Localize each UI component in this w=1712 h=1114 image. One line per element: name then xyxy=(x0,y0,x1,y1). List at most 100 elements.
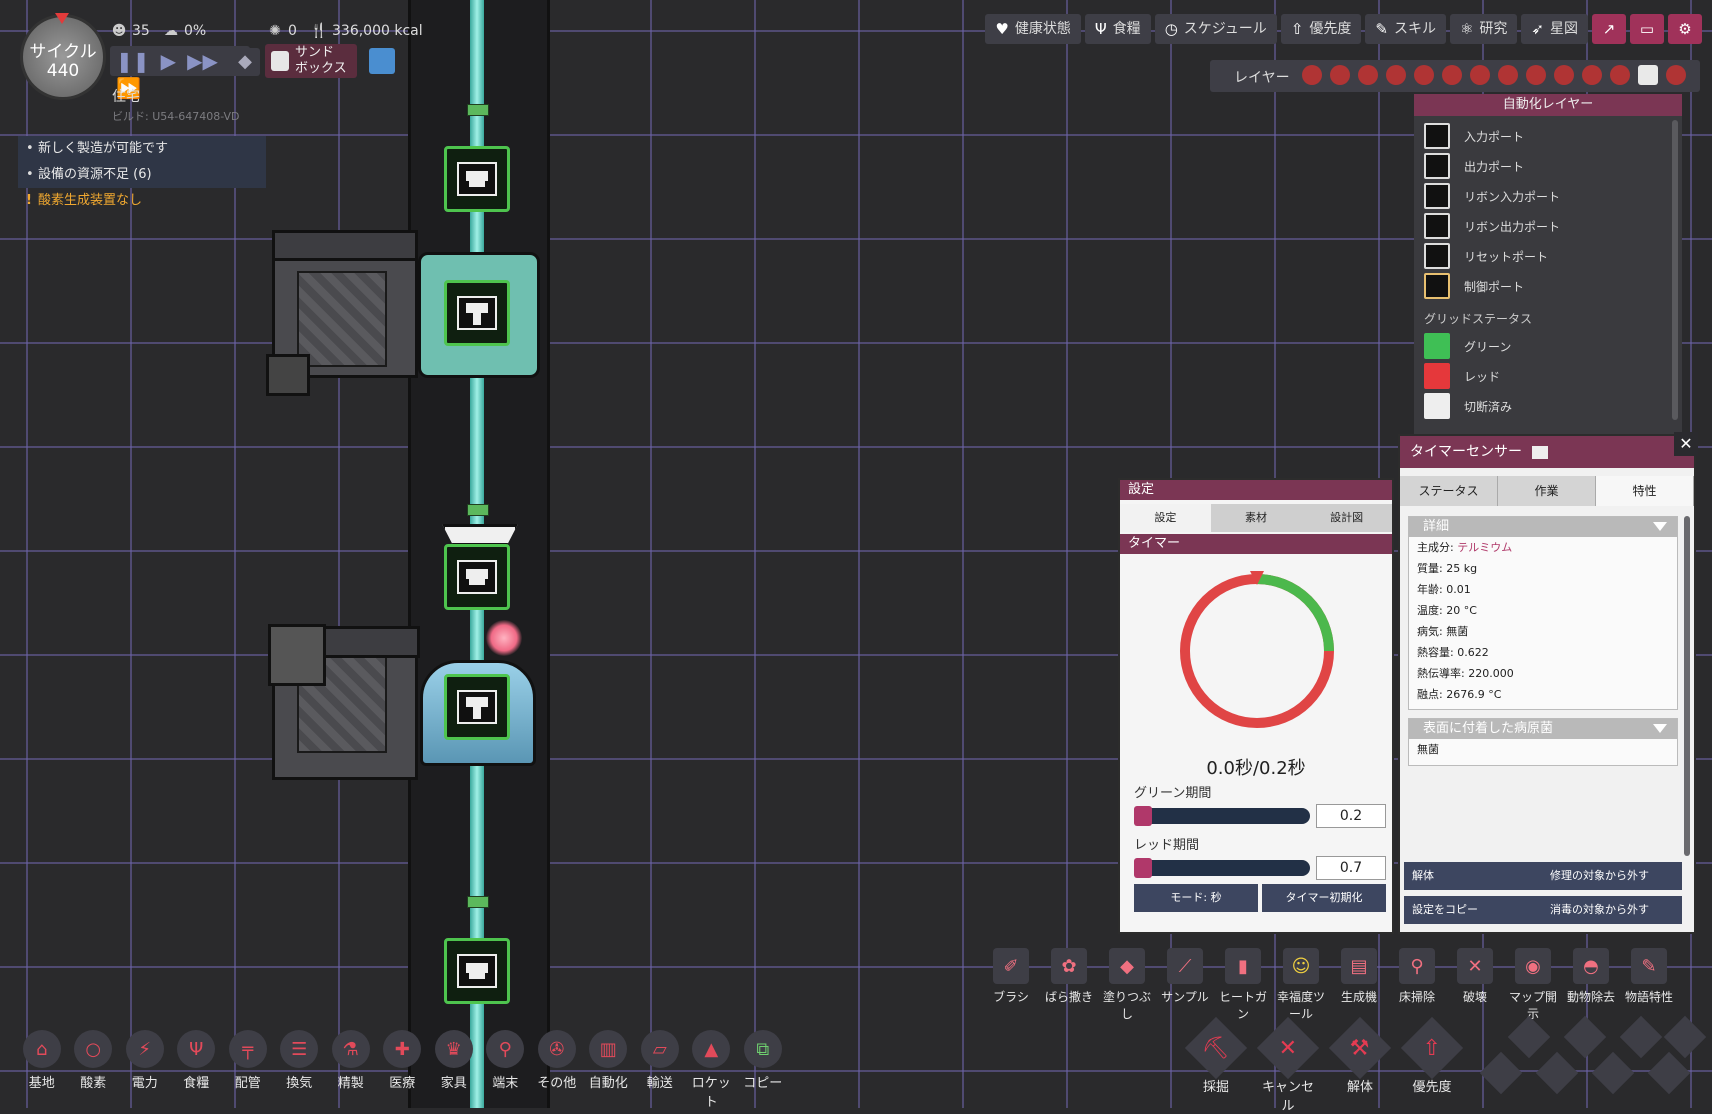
sweep-tool-icon[interactable] xyxy=(1563,1015,1607,1059)
build-category-medical[interactable]: ✚ 医療 xyxy=(377,1030,429,1110)
build-category-refinement[interactable]: ⚗ 精製 xyxy=(325,1030,377,1110)
priority-tool[interactable]: ⇧ 優先度 xyxy=(1400,1016,1464,1114)
timer-reset-button[interactable]: タイマー初期化 xyxy=(1262,884,1386,912)
input-port-icon[interactable] xyxy=(444,146,510,212)
conveyor-layer-icon[interactable] xyxy=(1610,65,1630,85)
vitals-button[interactable]: ♥ 健康状態 xyxy=(985,14,1081,44)
stress-tool[interactable]: ☺ 幸福度ツール xyxy=(1272,948,1330,1022)
ventilation-layer-icon[interactable] xyxy=(1470,65,1490,85)
codex-icon[interactable] xyxy=(1532,445,1549,459)
radiation-layer-icon[interactable] xyxy=(1666,65,1686,85)
fast-icon[interactable]: ▶▶ xyxy=(187,49,218,73)
red-alert-button[interactable]: ◆ xyxy=(230,48,260,76)
build-category-ventilation[interactable]: ☰ 換気 xyxy=(274,1030,326,1110)
play-icon[interactable]: ▶ xyxy=(161,49,176,73)
cycle-counter[interactable]: サイクル 440 xyxy=(20,13,106,100)
build-category-furniture[interactable]: ♛ 家具 xyxy=(428,1030,480,1110)
cancel-tool[interactable]: ✕ キャンセル xyxy=(1256,1016,1320,1114)
critter-tool[interactable]: ◓ 動物除去 xyxy=(1562,948,1620,1022)
duplicant-count[interactable]: ☻ 35 xyxy=(110,22,150,40)
input-port-icon[interactable] xyxy=(444,938,510,1004)
heat-gun-tool[interactable]: ▮ ヒートガン xyxy=(1214,948,1272,1022)
tab-blueprint[interactable]: 設計図 xyxy=(1301,504,1393,532)
panel-scrollbar[interactable] xyxy=(1684,516,1690,856)
materials-layer-icon[interactable] xyxy=(1386,65,1406,85)
element-link[interactable]: テルミウム xyxy=(1457,541,1512,554)
build-category-utilities[interactable]: ✇ その他 xyxy=(531,1030,583,1110)
reveal-tool[interactable]: ◉ マップ開示 xyxy=(1504,948,1562,1022)
codex-button[interactable]: ▭ xyxy=(1630,14,1664,44)
warning-item[interactable]: ! 酸素生成装置なし xyxy=(18,188,266,214)
destroy-tool[interactable]: ✕ 破壊 xyxy=(1446,948,1504,1022)
red-duration-input[interactable]: 0.7 xyxy=(1316,856,1386,880)
starmap-button[interactable]: ➶ 星図 xyxy=(1521,14,1588,44)
tab-properties[interactable]: 特性 xyxy=(1596,476,1694,506)
settings-button[interactable]: ⚙ xyxy=(1668,14,1702,44)
build-category-stations[interactable]: ⚲ 端末 xyxy=(480,1030,532,1110)
notification-item[interactable]: • 新しく製造が可能です xyxy=(18,136,266,162)
farming-layer-icon[interactable] xyxy=(1554,65,1574,85)
rooms-layer-icon[interactable] xyxy=(1582,65,1602,85)
light-layer-icon[interactable] xyxy=(1414,65,1434,85)
power-layer-icon[interactable] xyxy=(1330,65,1350,85)
schedule-button[interactable]: ◷ スケジュール xyxy=(1154,14,1277,44)
build-category-food[interactable]: Ψ 食糧 xyxy=(171,1030,223,1110)
clear-floor-tool[interactable]: ⚲ 床掃除 xyxy=(1388,948,1446,1022)
green-duration-input[interactable]: 0.2 xyxy=(1316,804,1386,828)
pause-icon[interactable]: ❚❚ xyxy=(116,49,150,73)
build-category-automation[interactable]: ▥ 自動化 xyxy=(583,1030,635,1110)
build-category-shipping[interactable]: ▱ 輸送 xyxy=(634,1030,686,1110)
sick-stat[interactable]: ✺ 0 xyxy=(266,22,297,40)
story-trait-tool[interactable]: ✎ 物語特性 xyxy=(1620,948,1678,1022)
germs-header[interactable]: 表面に付着した病原菌 xyxy=(1409,719,1677,739)
home-icon[interactable] xyxy=(369,48,395,74)
automation-layer-icon[interactable] xyxy=(1638,65,1658,85)
green-duration-slider[interactable] xyxy=(1134,806,1310,826)
wrangle-tool-icon[interactable] xyxy=(1535,1051,1579,1095)
disconnect-tool-icon[interactable] xyxy=(1647,1051,1691,1095)
skills-button[interactable]: ✎ スキル xyxy=(1365,14,1446,44)
build-category-rocketry[interactable]: ▲ ロケット xyxy=(686,1030,738,1110)
stress-stat[interactable]: ☁ 0% xyxy=(162,22,206,40)
mode-button[interactable]: モード: 秒 xyxy=(1134,884,1258,912)
reports-button[interactable]: ↗ xyxy=(1592,14,1626,44)
slider-handle[interactable] xyxy=(1134,806,1152,826)
tab-status[interactable]: ステータス xyxy=(1400,476,1498,506)
sample-tool[interactable]: ⟋ サンプル xyxy=(1156,948,1214,1022)
tab-settings[interactable]: 設定 xyxy=(1120,504,1211,532)
copy-settings-button[interactable]: 設定をコピー xyxy=(1404,896,1544,924)
sandbox-button[interactable]: サンド ボックス xyxy=(265,44,357,78)
empty-pipe-tool-icon[interactable] xyxy=(1591,1051,1635,1095)
mop-tool-icon[interactable] xyxy=(1507,1015,1551,1059)
sprinkle-tool[interactable]: ✿ ばら撒き xyxy=(1040,948,1098,1022)
consumables-button[interactable]: Ψ 食糧 xyxy=(1084,14,1151,44)
research-button[interactable]: ⚛ 研究 xyxy=(1449,14,1518,44)
copy-building-button[interactable]: ⧉ コピー xyxy=(737,1030,789,1110)
oxygen-layer-icon[interactable] xyxy=(1302,65,1322,85)
details-header[interactable]: 詳細 xyxy=(1409,517,1677,537)
brush-tool[interactable]: ✐ ブラシ xyxy=(982,948,1040,1022)
build-category-plumbing[interactable]: ╤ 配管 xyxy=(222,1030,274,1110)
food-stat[interactable]: 🍴 336,000 kcal xyxy=(310,22,422,40)
spawner-tool[interactable]: ▤ 生成機 xyxy=(1330,948,1388,1022)
tab-materials[interactable]: 素材 xyxy=(1210,504,1302,532)
deconstruct-button[interactable]: 解体 xyxy=(1404,862,1544,890)
temperature-layer-icon[interactable] xyxy=(1358,65,1378,85)
notification-item[interactable]: • 設備の資源不足 (6) xyxy=(18,162,266,188)
decor-layer-icon[interactable] xyxy=(1498,65,1518,85)
disable-repair-button[interactable]: 修理の対象から外す xyxy=(1542,862,1682,890)
red-duration-slider[interactable] xyxy=(1134,858,1310,878)
germ-layer-icon[interactable] xyxy=(1526,65,1546,85)
output-port-icon[interactable] xyxy=(444,280,510,346)
plumbing-layer-icon[interactable] xyxy=(1442,65,1462,85)
legend-scrollbar[interactable] xyxy=(1672,120,1678,420)
priorities-button[interactable]: ⇧ 優先度 xyxy=(1280,14,1362,44)
build-category-oxygen[interactable]: ○ 酸素 xyxy=(68,1030,120,1110)
fill-tool[interactable]: ◆ 塗りつぶし xyxy=(1098,948,1156,1022)
slider-handle[interactable] xyxy=(1134,858,1152,878)
input-port-icon[interactable] xyxy=(444,544,510,610)
close-icon[interactable]: ✕ xyxy=(1674,432,1698,456)
build-category-power[interactable]: ⚡ 電力 xyxy=(119,1030,171,1110)
disable-disinfect-button[interactable]: 消毒の対象から外す xyxy=(1542,896,1682,924)
tab-errands[interactable]: 作業 xyxy=(1498,476,1596,506)
